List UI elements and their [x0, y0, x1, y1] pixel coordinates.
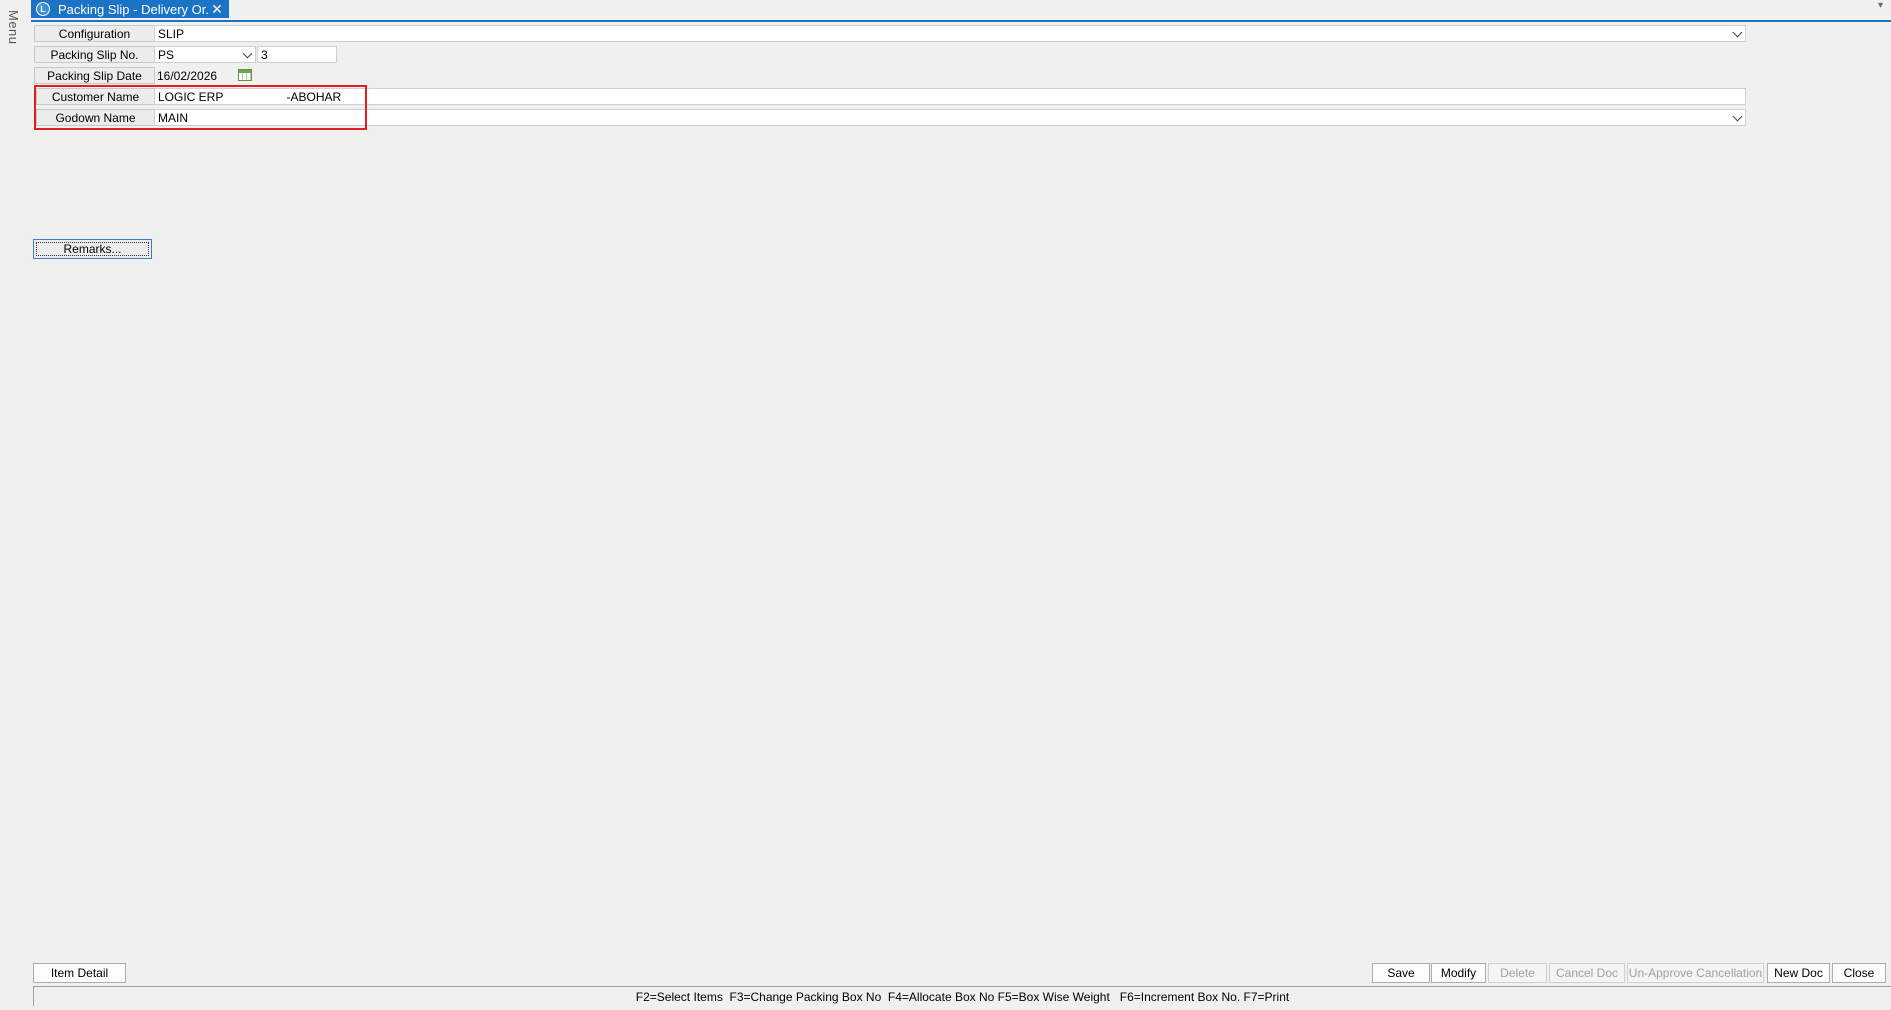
menu-label[interactable]: Menu [6, 10, 21, 45]
customer-name-label[interactable]: Customer Name [36, 88, 155, 105]
item-detail-button[interactable]: Item Detail [33, 963, 126, 983]
remarks-button[interactable]: Remarks... [33, 239, 152, 259]
godown-name-label[interactable]: Godown Name [36, 109, 155, 126]
close-button[interactable]: Close [1832, 963, 1886, 983]
godown-name-value: MAIN [158, 110, 188, 125]
side-menu-strip[interactable]: Menu [0, 0, 26, 1010]
customer-name-input[interactable]: LOGIC ERP -ABOHAR [154, 88, 1746, 105]
calendar-icon[interactable] [238, 69, 252, 81]
tab-overflow-icon[interactable]: ▾ [1878, 0, 1883, 11]
tab-bar: L Packing Slip - Delivery Or... ✕ ▾ [31, 0, 1891, 22]
shortcut-status-bar: F2=Select Items F3=Change Packing Box No… [33, 986, 1891, 1006]
chevron-down-icon[interactable] [242, 47, 253, 62]
configuration-select[interactable]: SLIP [154, 25, 1746, 42]
chevron-down-icon[interactable] [1732, 26, 1743, 41]
packing-slip-number-input[interactable]: 3 [257, 46, 337, 63]
packing-slip-date-input[interactable]: 16/02/2026 [154, 67, 234, 84]
app-logo-icon: L [36, 2, 50, 16]
packing-slip-series-value: PS [158, 47, 175, 62]
godown-name-select[interactable]: MAIN [154, 109, 1746, 126]
tab-title: Packing Slip - Delivery Or... [58, 1, 209, 17]
packing-slip-series-select[interactable]: PS [154, 46, 256, 63]
chevron-down-icon[interactable] [1732, 110, 1743, 125]
modify-button[interactable]: Modify [1431, 963, 1486, 983]
configuration-label[interactable]: Configuration [34, 25, 155, 42]
configuration-value: SLIP [158, 26, 185, 41]
packing-slip-date-label[interactable]: Packing Slip Date [34, 67, 155, 84]
tab-packing-slip[interactable]: L Packing Slip - Delivery Or... ✕ [31, 0, 229, 18]
save-button[interactable]: Save [1372, 963, 1430, 983]
cancel-doc-button[interactable]: Cancel Doc [1549, 963, 1625, 983]
unapprove-cancellation-button[interactable]: Un-Approve Cancellation [1627, 963, 1764, 983]
packing-slip-no-label[interactable]: Packing Slip No. [34, 46, 155, 63]
delete-button[interactable]: Delete [1488, 963, 1547, 983]
close-icon[interactable]: ✕ [209, 1, 225, 18]
new-doc-button[interactable]: New Doc [1767, 963, 1830, 983]
packing-slip-window: Menu L Packing Slip - Delivery Or... ✕ ▾… [0, 0, 1891, 1010]
